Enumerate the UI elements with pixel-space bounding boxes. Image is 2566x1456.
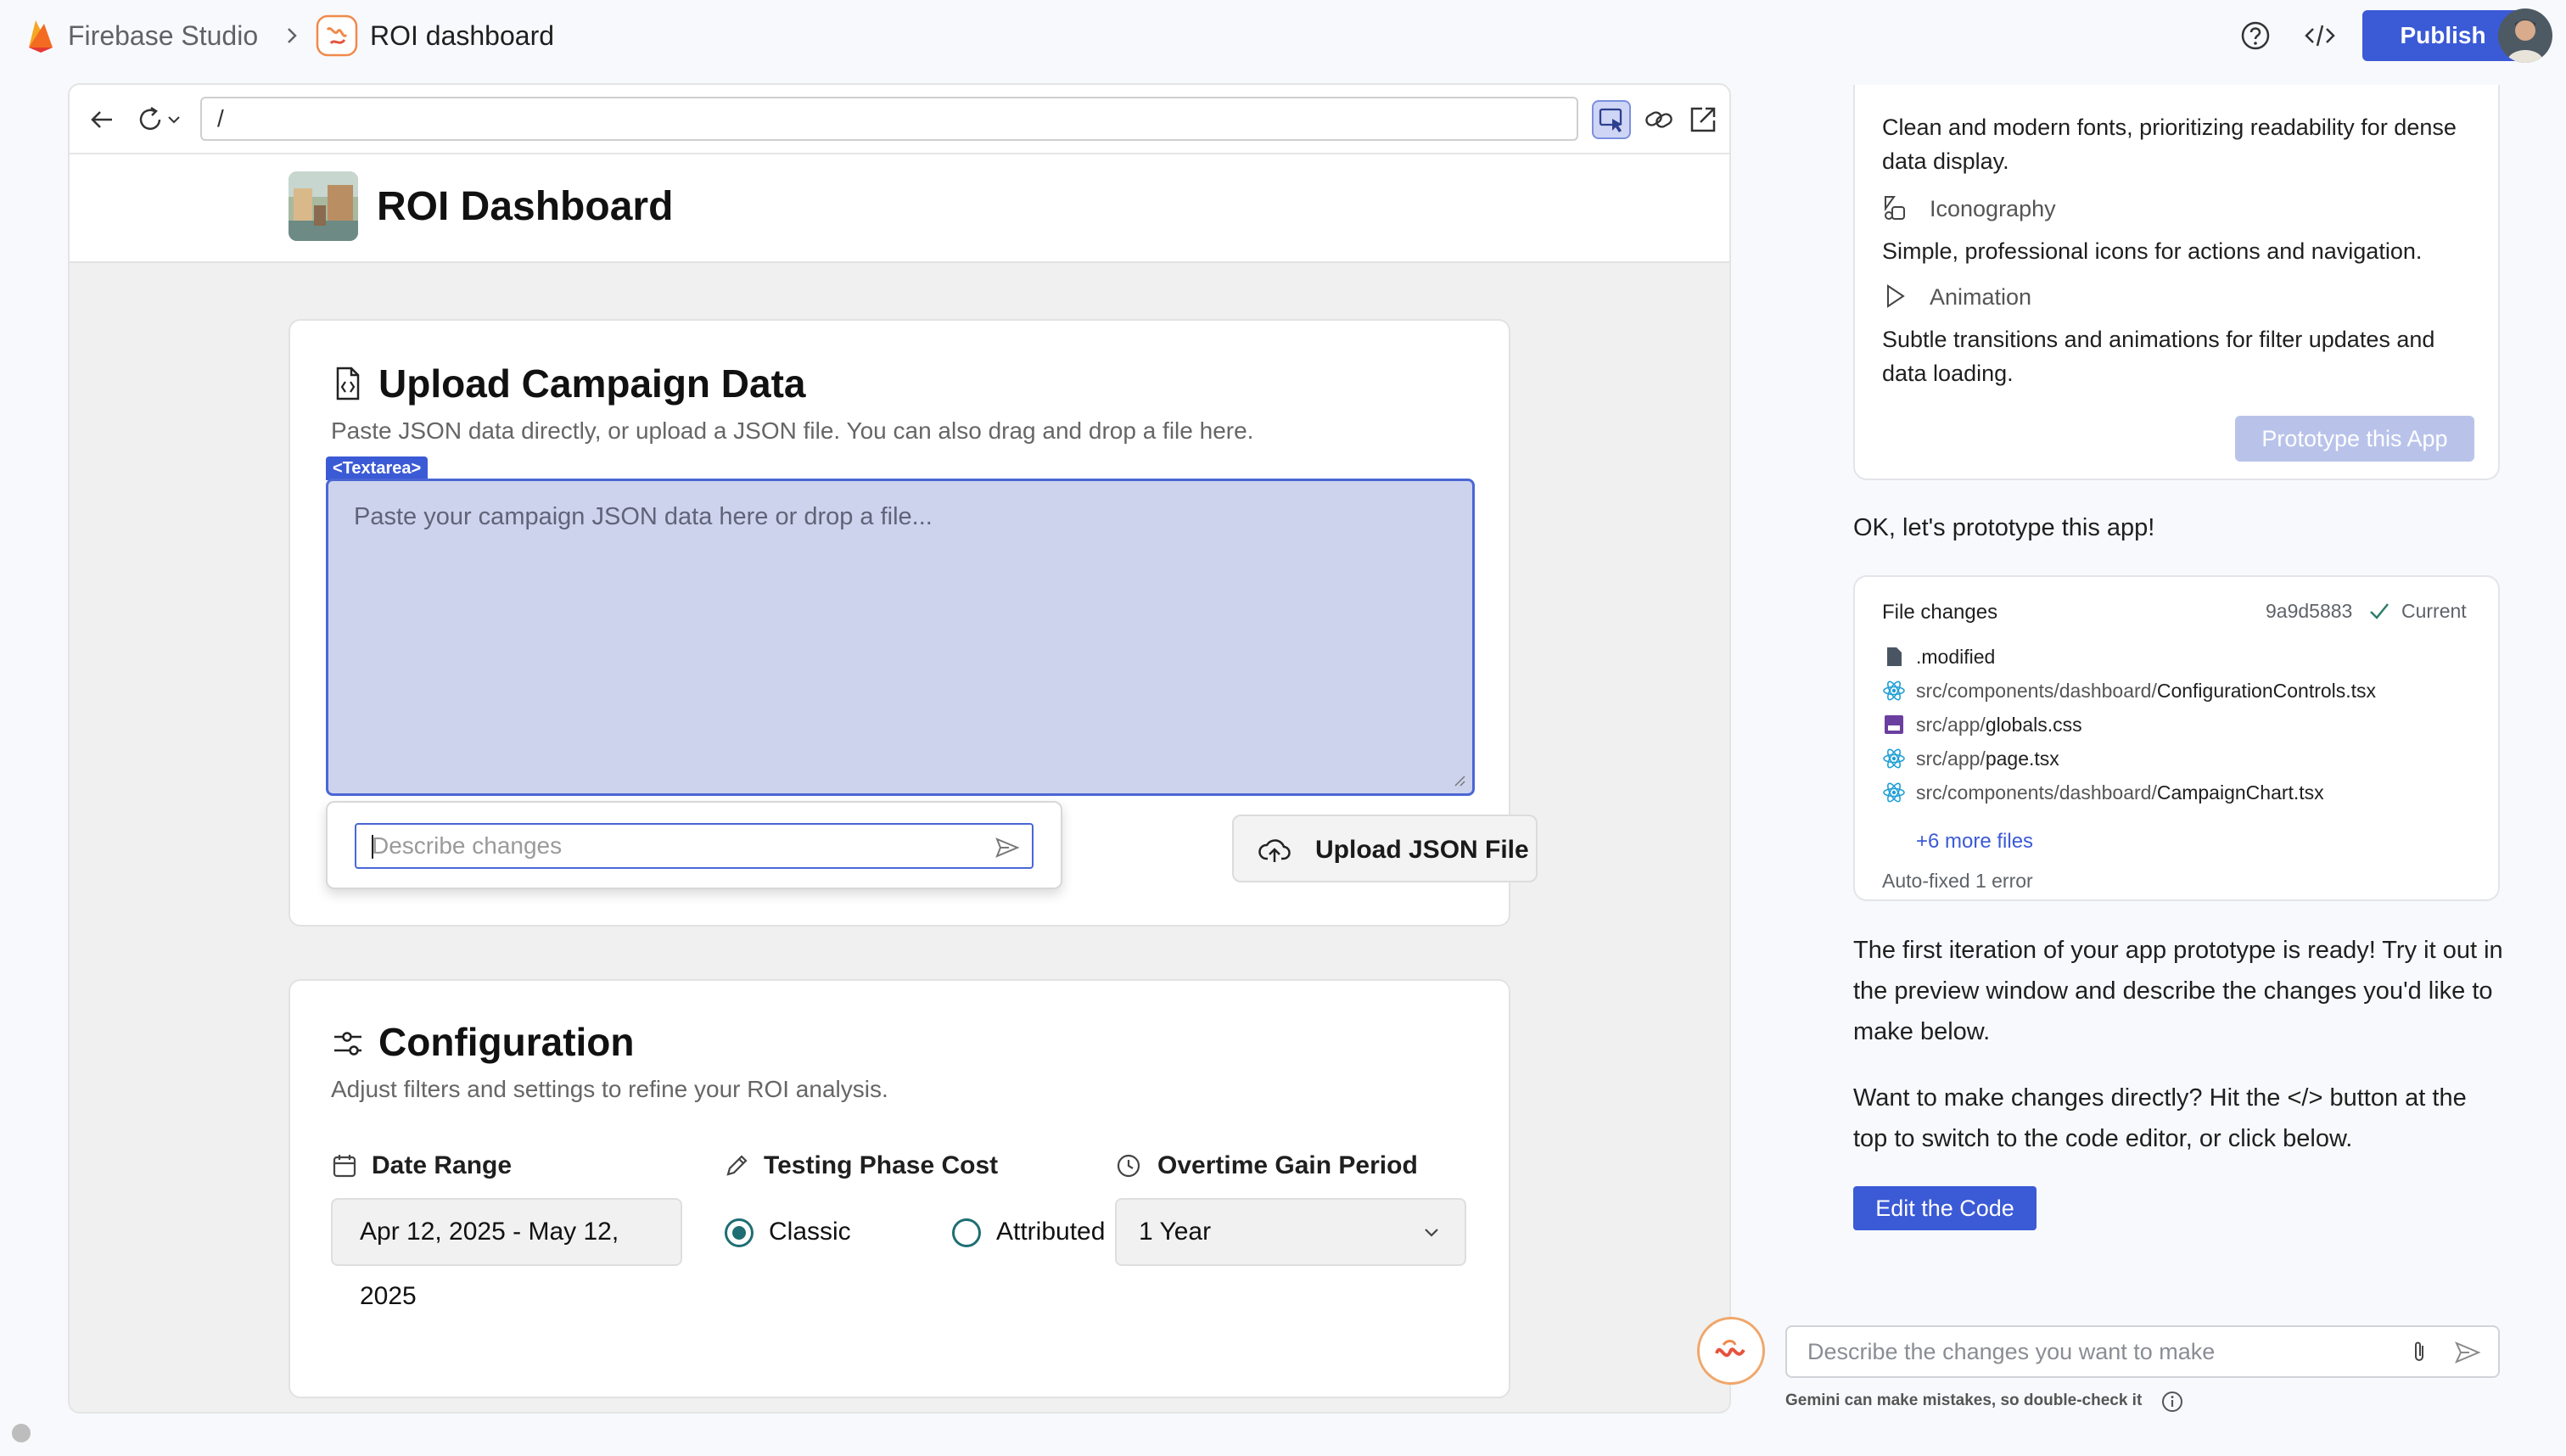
project-name[interactable]: ROI dashboard [370, 19, 554, 53]
overtime-gain-period-select[interactable]: 1 Year [1115, 1198, 1466, 1266]
shapes-icon [1880, 193, 1909, 222]
configuration-description: Adjust filters and settings to refine yo… [331, 1076, 888, 1102]
file-name: .modified [1916, 646, 1996, 668]
top-bar: Firebase Studio ROI dashboard Publish [0, 0, 2566, 71]
gemini-avatar-icon [1697, 1317, 1765, 1385]
radio-attributed-label[interactable]: Attributed [996, 1217, 1105, 1247]
assistant-message: Want to make changes directly? Hit the <… [1853, 1084, 2467, 1152]
date-range-picker[interactable]: Apr 12, 2025 - May 12, 2025 [331, 1198, 682, 1310]
radio-classic-label[interactable]: Classic [769, 1217, 851, 1247]
cloud-upload-icon [1258, 833, 1291, 867]
preview-pane: / ROI Dashboard Upload Campaign Data Pas… [68, 83, 1731, 1414]
text-caret [372, 835, 373, 859]
reload-icon[interactable] [132, 102, 168, 137]
prototype-app-button[interactable]: Prototype this App [2235, 416, 2474, 462]
file-changes-title: File changes [1882, 601, 1998, 624]
react-icon [1882, 679, 1906, 703]
iconography-description: Simple, professional icons for actions a… [1882, 238, 2423, 264]
chevron-down-icon[interactable] [165, 110, 183, 129]
browser-toolbar: / [70, 85, 1729, 154]
animation-label: Animation [1930, 284, 2032, 310]
animation-description: Subtle transitions and animations for fi… [1882, 327, 2435, 386]
json-textarea[interactable]: Paste your campaign JSON data here or dr… [326, 479, 1475, 796]
link-icon[interactable] [1641, 102, 1677, 137]
describe-changes-placeholder: Describe changes [372, 832, 563, 859]
css-file-icon [1882, 713, 1906, 736]
upload-json-button[interactable]: Upload JSON File [1232, 815, 1538, 882]
send-icon[interactable] [2454, 1339, 2481, 1366]
open-in-new-tab-icon[interactable] [1685, 102, 1721, 137]
disclaimer-text: Gemini can make mistakes, so double-chec… [1785, 1392, 2143, 1409]
app-header: ROI Dashboard [70, 154, 1729, 263]
describe-changes-popup: Describe changes [326, 801, 1062, 889]
configuration-card: Configuration Adjust filters and setting… [289, 979, 1510, 1398]
radio-attributed[interactable] [952, 1218, 981, 1247]
file-name: ConfigurationControls.tsx [2156, 680, 2377, 702]
commit-status: Current [2401, 600, 2467, 622]
react-icon [1882, 781, 1906, 804]
clock-icon [1115, 1152, 1142, 1179]
file-name: CampaignChart.tsx [2156, 781, 2324, 804]
url-field[interactable]: / [200, 97, 1578, 141]
file-row[interactable]: src/components/dashboard/CampaignChart.t… [1882, 777, 2324, 808]
file-code-icon [331, 365, 365, 402]
resize-handle-icon[interactable] [1452, 773, 1465, 787]
autofixed-note: Auto-fixed 1 error [1882, 870, 2033, 892]
chevron-down-icon [1420, 1222, 1443, 1244]
typography-description: Clean and modern fonts, prioritizing rea… [1882, 115, 2457, 174]
react-icon [1882, 747, 1906, 770]
describe-changes-input[interactable]: Describe changes [355, 823, 1034, 869]
back-arrow-icon[interactable] [87, 104, 119, 136]
overtime-gain-period-label: Overtime Gain Period [1157, 1151, 1418, 1179]
app-title: ROI Dashboard [377, 184, 674, 229]
edit-code-button[interactable]: Edit the Code [1853, 1186, 2037, 1230]
send-icon[interactable] [994, 835, 1020, 860]
file-icon [1882, 645, 1906, 669]
radio-classic[interactable] [725, 1218, 754, 1247]
file-name: page.tsx [1985, 748, 2059, 770]
sliders-icon [331, 1027, 365, 1061]
inspect-element-button[interactable] [1592, 100, 1631, 139]
upload-card-description: Paste JSON data directly, or upload a JS… [331, 417, 1254, 444]
file-name: globals.css [1985, 714, 2082, 736]
chat-input-placeholder: Describe the changes you want to make [1807, 1339, 2216, 1364]
iconography-label: Iconography [1930, 196, 2056, 221]
commit-hash[interactable]: 9a9d5883 [2266, 597, 2352, 624]
more-files-link[interactable]: +6 more files [1916, 828, 2033, 855]
code-icon[interactable] [2303, 19, 2337, 53]
assistant-message: The first iteration of your app prototyp… [1853, 937, 2503, 1045]
file-row[interactable]: src/components/dashboard/ConfigurationCo… [1882, 675, 2376, 706]
upload-campaign-card: Upload Campaign Data Paste JSON data dir… [289, 319, 1538, 927]
project-icon [316, 14, 358, 57]
file-row[interactable]: src/app/globals.css [1882, 709, 2082, 740]
gain-select-value: 1 Year [1139, 1218, 1212, 1246]
help-icon[interactable] [2238, 19, 2272, 53]
firebase-logo-icon [25, 17, 56, 54]
upload-json-button-label: Upload JSON File [1315, 836, 1529, 864]
pencil-icon [723, 1152, 750, 1179]
textarea-placeholder: Paste your campaign JSON data here or dr… [354, 503, 933, 530]
info-icon[interactable] [2160, 1390, 2184, 1414]
brand-name[interactable]: Firebase Studio [68, 19, 258, 53]
check-icon [2367, 599, 2391, 623]
file-changes-card: File changes 9a9d5883 Current .modified … [1853, 575, 2500, 901]
chat-input[interactable]: Describe the changes you want to make [1785, 1325, 2500, 1378]
app-blueprint-card: Clean and modern fonts, prioritizing rea… [1853, 85, 2500, 480]
play-icon [1880, 282, 1909, 311]
file-row[interactable]: src/app/page.tsx [1882, 743, 2059, 774]
app-logo [289, 171, 358, 241]
calendar-icon [331, 1152, 358, 1179]
date-range-label: Date Range [372, 1151, 513, 1179]
paperclip-icon[interactable] [2406, 1339, 2432, 1364]
chevron-right-icon [280, 24, 304, 48]
testing-phase-cost-label: Testing Phase Cost [764, 1151, 999, 1179]
user-avatar[interactable] [2498, 8, 2552, 63]
file-row[interactable]: .modified [1882, 641, 1995, 672]
configuration-title: Configuration [378, 1020, 635, 1064]
status-dot [12, 1424, 31, 1442]
element-tag-badge: <Textarea> [326, 456, 429, 480]
upload-card-title: Upload Campaign Data [378, 361, 806, 406]
assistant-message: OK, let's prototype this app! [1853, 514, 2155, 541]
